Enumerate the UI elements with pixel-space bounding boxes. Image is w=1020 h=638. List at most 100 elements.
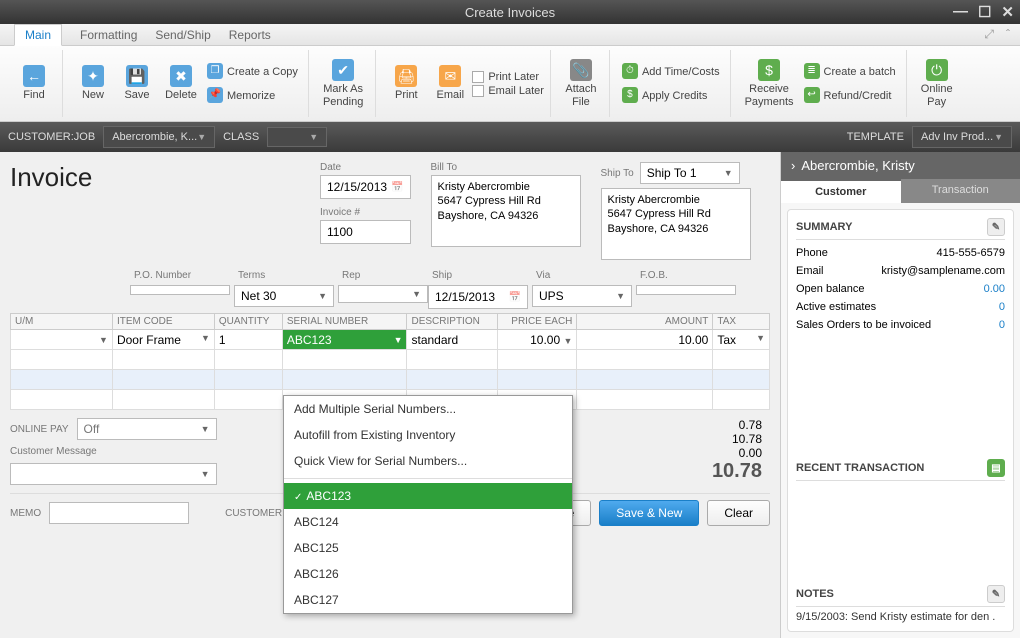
popup-autofill[interactable]: Autofill from Existing Inventory — [284, 422, 572, 448]
clear-button[interactable]: Clear — [707, 500, 770, 526]
save-new-button[interactable]: Save & New — [599, 500, 699, 526]
print-later-checkbox[interactable]: Print Later — [472, 71, 544, 83]
refund-credit-button[interactable]: ↩Refund/Credit — [800, 85, 900, 107]
via-label: Via — [532, 268, 632, 283]
ship-date-input[interactable]: 12/15/2013 — [428, 285, 528, 309]
chevron-down-icon: ▼ — [724, 168, 733, 178]
line-row-empty[interactable] — [11, 370, 770, 390]
customer-message-dropdown[interactable]: ▼ — [10, 463, 217, 485]
panel-customer-header[interactable]: › Abercrombie, Kristy — [781, 152, 1020, 179]
checkbox-icon — [472, 71, 484, 83]
email-button[interactable]: ✉Email — [428, 63, 472, 103]
template-label: TEMPLATE — [847, 131, 904, 143]
memo-input[interactable] — [49, 502, 189, 524]
ship-to-label: Ship To — [601, 168, 634, 179]
check-circle-icon: ✔ — [332, 59, 354, 81]
via-dropdown[interactable]: UPS▼ — [532, 285, 632, 307]
save-button[interactable]: 💾Save — [115, 63, 159, 103]
phone-value: 415-555-6579 — [936, 247, 1005, 259]
ribbon-tab-reports[interactable]: Reports — [229, 28, 271, 42]
maximize-icon[interactable]: ☐ — [978, 3, 991, 21]
invoice-no-label: Invoice # — [320, 207, 411, 218]
chevron-down-icon: ▼ — [394, 335, 403, 345]
delete-button[interactable]: ✖Delete — [159, 63, 203, 103]
class-label: CLASS — [223, 131, 259, 143]
desc-cell[interactable]: standard — [407, 330, 498, 350]
pencil-icon[interactable]: ✎ — [987, 585, 1005, 603]
po-input[interactable] — [130, 285, 230, 295]
serial-cell[interactable]: ABC123▼ — [282, 330, 407, 350]
copy-icon: ❐ — [207, 63, 223, 79]
open-balance-value[interactable]: 0.00 — [984, 283, 1005, 295]
memorize-button[interactable]: 📌Memorize — [203, 85, 302, 107]
ship-to-textarea[interactable]: Kristy Abercrombie 5647 Cypress Hill Rd … — [601, 188, 751, 260]
ribbon-tab-bar: Main Formatting Send/Ship Reports ⤢ ˆ — [0, 24, 1020, 46]
template-dropdown[interactable]: Adv Inv Prod...▼ — [912, 126, 1012, 148]
close-icon[interactable]: ✕ — [1001, 3, 1014, 21]
email-later-checkbox[interactable]: Email Later — [472, 85, 544, 97]
create-batch-button[interactable]: ≣Create a batch — [800, 61, 900, 83]
minimize-icon[interactable]: — — [953, 3, 968, 21]
find-button[interactable]: ← Find — [12, 63, 56, 103]
ribbon-tab-main[interactable]: Main — [14, 24, 62, 46]
credit-icon: $ — [622, 87, 638, 103]
popup-serial-option[interactable]: ABC123 — [284, 483, 572, 509]
price-cell[interactable]: 10.00 ▼ — [498, 330, 577, 350]
rep-dropdown[interactable]: ▼ — [338, 285, 428, 303]
mark-pending-button[interactable]: ✔Mark As Pending — [317, 57, 369, 109]
popup-quickview[interactable]: Quick View for Serial Numbers... — [284, 448, 572, 474]
x-icon: ✖ — [170, 65, 192, 87]
chevron-down-icon: ▼ — [201, 424, 210, 434]
item-cell[interactable]: Door Frame▼ — [112, 330, 214, 350]
panel-tab-transaction[interactable]: Transaction — [901, 179, 1020, 203]
amount-cell[interactable]: 10.00 — [577, 330, 713, 350]
customer-side-panel: › Abercrombie, Kristy Customer Transacti… — [780, 152, 1020, 638]
subtotal-payments: 0.00 — [712, 446, 762, 460]
line-row[interactable]: ▼ Door Frame▼ 1 ABC123▼ standard 10.00 ▼… — [11, 330, 770, 350]
pencil-icon[interactable]: ✎ — [987, 218, 1005, 236]
date-label: Date — [320, 162, 411, 173]
chevron-right-icon: › — [791, 158, 795, 173]
qty-cell[interactable]: 1 — [214, 330, 282, 350]
create-copy-button[interactable]: ❐Create a Copy — [203, 61, 302, 83]
popup-serial-option[interactable]: ABC125 — [284, 535, 572, 561]
customer-job-dropdown[interactable]: Abercrombie, K...▼ — [103, 126, 215, 148]
add-time-costs-button[interactable]: ⏱Add Time/Costs — [618, 61, 724, 83]
popup-serial-option[interactable]: ABC124 — [284, 509, 572, 535]
line-row-empty[interactable] — [11, 350, 770, 370]
attach-file-button[interactable]: 📎Attach File — [559, 57, 603, 109]
popup-add-multiple[interactable]: Add Multiple Serial Numbers... — [284, 396, 572, 422]
terms-label: Terms — [234, 268, 334, 283]
chevron-down-icon: ▼ — [756, 333, 765, 347]
refund-icon: ↩ — [804, 87, 820, 103]
online-pay-dropdown[interactable]: Off▼ — [77, 418, 217, 440]
bill-to-textarea[interactable]: Kristy Abercrombie 5647 Cypress Hill Rd … — [431, 175, 581, 247]
fob-input[interactable] — [636, 285, 736, 295]
popup-serial-option[interactable]: ABC127 — [284, 587, 572, 613]
online-pay-button[interactable]: ⏻Online Pay — [915, 57, 959, 109]
ribbon-tab-formatting[interactable]: Formatting — [80, 28, 137, 42]
popup-serial-option[interactable]: ABC126 — [284, 561, 572, 587]
terms-dropdown[interactable]: Net 30▼ — [234, 285, 334, 307]
open-balance-label: Open balance — [796, 283, 865, 295]
apply-credits-button[interactable]: $Apply Credits — [618, 85, 724, 107]
report-icon[interactable]: ▤ — [987, 459, 1005, 477]
um-cell[interactable]: ▼ — [11, 330, 113, 350]
sales-orders-value[interactable]: 0 — [999, 319, 1005, 331]
new-button[interactable]: ✦New — [71, 63, 115, 103]
date-input[interactable]: 12/15/2013 — [320, 175, 411, 199]
collapse-ribbon-icon[interactable]: ˆ — [1006, 27, 1010, 42]
ribbon-tab-sendship[interactable]: Send/Ship — [155, 28, 210, 42]
window-title: Create Invoices — [465, 5, 555, 20]
expand-icon[interactable]: ⤢ — [984, 27, 994, 42]
arrow-left-icon: ← — [23, 65, 45, 87]
class-dropdown[interactable]: ▼ — [267, 127, 327, 147]
ship-to-dropdown[interactable]: Ship To 1▼ — [640, 162, 740, 184]
print-button[interactable]: 🖨Print — [384, 63, 428, 103]
receive-payments-button[interactable]: $Receive Payments — [739, 57, 800, 109]
tax-cell[interactable]: Tax▼ — [713, 330, 770, 350]
active-estimates-value[interactable]: 0 — [999, 301, 1005, 313]
subtotal-tax: 0.78 — [712, 418, 762, 432]
invoice-no-input[interactable]: 1100 — [320, 220, 411, 244]
panel-tab-customer[interactable]: Customer — [781, 179, 901, 203]
